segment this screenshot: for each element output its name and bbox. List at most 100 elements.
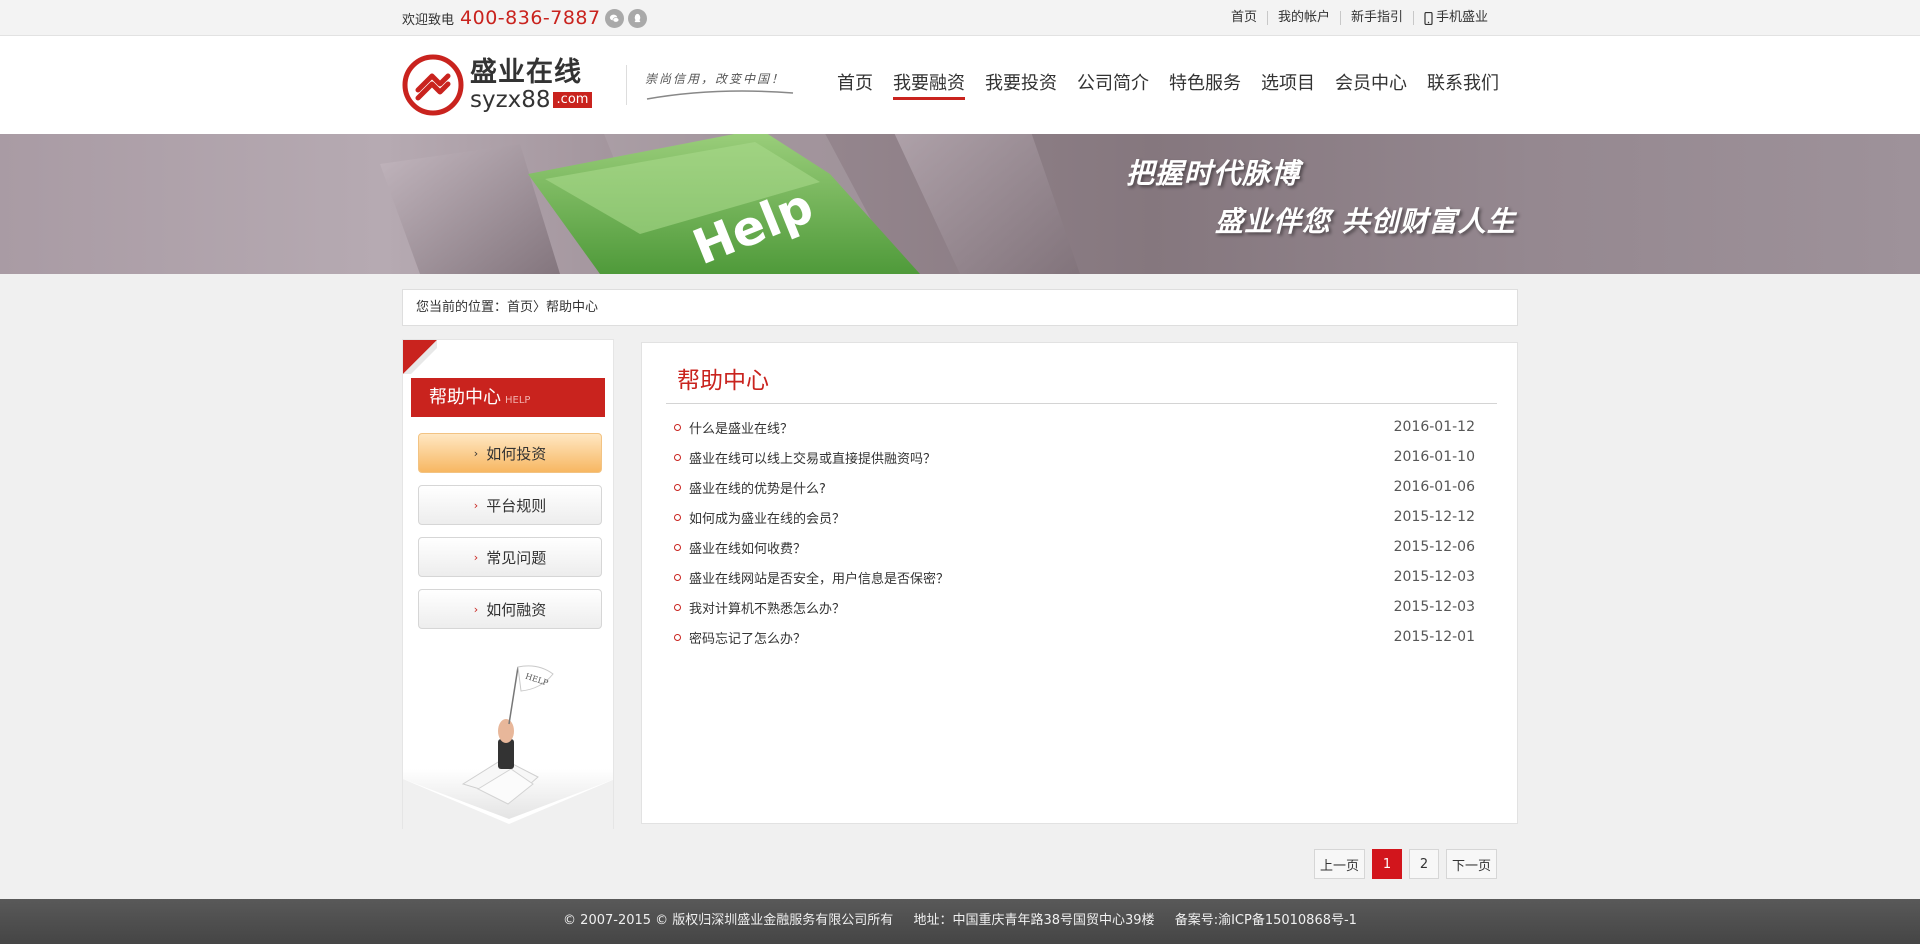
- list-item-title[interactable]: 盛业在线可以线上交易或直接提供融资吗？: [689, 448, 936, 467]
- list-item[interactable]: 什么是盛业在线？ 2016-01-12: [674, 412, 1475, 442]
- chevron-right-icon: ›: [473, 602, 479, 616]
- sidebar-box: 帮助中心 HELP › 如何投资 › 平台规则 › 常见问题 › 如何融资 HE…: [402, 339, 614, 829]
- bullet-circle-icon: [674, 453, 681, 461]
- wechat-icon[interactable]: [604, 8, 624, 28]
- logo-mark-icon: [402, 54, 464, 116]
- menu-faq[interactable]: › 常见问题: [418, 537, 602, 577]
- top-links: 首页 我的帐户 新手指引 手机盛业: [1221, 11, 1518, 25]
- list-item-title[interactable]: 如何成为盛业在线的会员？: [689, 508, 845, 527]
- welcome-text: 欢迎致电: [402, 12, 455, 28]
- banner: Help 把握时代脉博 盛业伴您 共创财富人生: [0, 134, 1920, 274]
- faq-list: 什么是盛业在线？ 2016-01-12 盛业在线可以线上交易或直接提供融资吗？ …: [674, 412, 1475, 652]
- list-item-title[interactable]: 密码忘记了怎么办？: [689, 628, 806, 647]
- help-flag-illustration: HELP: [403, 665, 613, 829]
- prev-page-button[interactable]: 上一页: [1313, 849, 1365, 879]
- menu-how-to-invest[interactable]: › 如何投资: [418, 433, 602, 473]
- list-item-title-wrap: 我对计算机不熟悉怎么办？: [674, 598, 845, 617]
- top-bar: 欢迎致电 400-836-7887 首页 我的帐户 新手指引 手机盛业: [0, 0, 1920, 36]
- top-link-account[interactable]: 我的帐户: [1266, 11, 1340, 25]
- page-button-1[interactable]: 1: [1371, 849, 1402, 879]
- breadcrumb: 您当前的位置：首页〉帮助中心: [402, 289, 1518, 326]
- sidebar-title-text: 帮助中心: [429, 387, 501, 408]
- list-item-title[interactable]: 我对计算机不熟悉怎么办？: [689, 598, 845, 617]
- list-item-date: 2016-01-12: [1393, 419, 1475, 435]
- mobile-phone-icon: [1424, 11, 1433, 25]
- list-item-title[interactable]: 盛业在线如何收费？: [689, 538, 806, 557]
- page-button-2[interactable]: 2: [1408, 849, 1439, 879]
- phone-number: 400-836-7887: [460, 7, 601, 29]
- nav-contact[interactable]: 联系我们: [1417, 36, 1509, 134]
- nav-projects[interactable]: 选项目: [1251, 36, 1325, 134]
- top-link-mobile-label: 手机盛业: [1435, 10, 1488, 25]
- list-item-title-wrap: 盛业在线网站是否安全，用户信息是否保密？: [674, 568, 949, 587]
- list-item-title-wrap: 盛业在线如何收费？: [674, 538, 806, 557]
- main-panel: 帮助中心 什么是盛业在线？ 2016-01-12 盛业在线可以线上交易或直接提供…: [641, 342, 1518, 824]
- menu-item-label: 平台规则: [486, 496, 547, 515]
- menu-how-to-finance[interactable]: › 如何融资: [418, 589, 602, 629]
- list-item-title[interactable]: 盛业在线的优势是什么?: [689, 478, 826, 497]
- logo-chinese: 盛业在线: [470, 57, 582, 88]
- footer-icp[interactable]: 备案号:渝ICP备15010868号-1: [1175, 913, 1357, 928]
- list-item[interactable]: 如何成为盛业在线的会员？ 2015-12-12: [674, 502, 1475, 532]
- next-page-button[interactable]: 下一页: [1445, 849, 1497, 879]
- list-item[interactable]: 盛业在线如何收费？ 2015-12-06: [674, 532, 1475, 562]
- list-item[interactable]: 盛业在线网站是否安全，用户信息是否保密？ 2015-12-03: [674, 562, 1475, 592]
- slogan: 崇尚信用，改变中国！: [626, 65, 795, 105]
- main-nav: 首页 我要融资 我要投资 公司简介 特色服务 选项目 会员中心 联系我们: [827, 36, 1509, 134]
- nav-services[interactable]: 特色服务: [1159, 36, 1251, 134]
- list-item[interactable]: 盛业在线可以线上交易或直接提供融资吗？ 2016-01-10: [674, 442, 1475, 472]
- footer-copyright: © 2007-2015 © 版权归深圳盛业金融服务有限公司所有: [563, 913, 894, 928]
- nav-member[interactable]: 会员中心: [1325, 36, 1417, 134]
- list-item[interactable]: 密码忘记了怎么办？ 2015-12-01: [674, 622, 1475, 652]
- list-item-title-wrap: 如何成为盛业在线的会员？: [674, 508, 845, 527]
- sidebar: 帮助中心 HELP › 如何投资 › 平台规则 › 常见问题 › 如何融资 HE…: [402, 339, 614, 829]
- content-area: 帮助中心 HELP › 如何投资 › 平台规则 › 常见问题 › 如何融资 HE…: [402, 339, 1518, 829]
- sidebar-title: 帮助中心 HELP: [411, 378, 605, 417]
- qq-icon[interactable]: [627, 8, 647, 28]
- sidebar-title-en: HELP: [505, 395, 531, 406]
- logo-text: 盛业在线 syzx88 .com: [470, 57, 593, 113]
- list-item-title-wrap: 什么是盛业在线？: [674, 418, 793, 437]
- banner-tagline-1: 把握时代脉博: [1126, 157, 1301, 190]
- bullet-circle-icon: [674, 423, 681, 431]
- menu-platform-rules[interactable]: › 平台规则: [418, 485, 602, 525]
- nav-financing[interactable]: 我要融资: [883, 36, 975, 134]
- menu-item-label: 如何融资: [486, 600, 547, 619]
- corner-ribbon-icon: [403, 340, 437, 374]
- bullet-circle-icon: [674, 513, 681, 521]
- top-link-home[interactable]: 首页: [1221, 11, 1267, 25]
- list-item-date: 2016-01-06: [1393, 479, 1475, 495]
- top-link-mobile[interactable]: 手机盛业: [1412, 10, 1498, 25]
- site-logo[interactable]: 盛业在线 syzx88 .com: [402, 54, 612, 116]
- bullet-circle-icon: [674, 633, 681, 641]
- logo-english: syzx88 .com: [470, 87, 593, 113]
- chevron-right-icon: ›: [473, 498, 479, 512]
- nav-invest[interactable]: 我要投资: [975, 36, 1067, 134]
- header: 盛业在线 syzx88 .com 崇尚信用，改变中国！ 首页 我要融资 我要投资…: [0, 36, 1920, 134]
- list-item[interactable]: 盛业在线的优势是什么? 2016-01-06: [674, 472, 1475, 502]
- list-item-date: 2015-12-01: [1393, 629, 1475, 645]
- list-item[interactable]: 我对计算机不熟悉怎么办？ 2015-12-03: [674, 592, 1475, 622]
- chevron-right-icon: ›: [473, 550, 479, 564]
- slogan-swoosh: [646, 89, 794, 100]
- list-item-title-wrap: 盛业在线的优势是什么?: [674, 478, 826, 497]
- keyboard-illustration: Help: [380, 134, 1080, 274]
- nav-home[interactable]: 首页: [827, 36, 883, 134]
- menu-item-label: 常见问题: [486, 548, 547, 567]
- top-link-guide[interactable]: 新手指引: [1339, 11, 1413, 25]
- bullet-circle-icon: [674, 483, 681, 491]
- list-item-title[interactable]: 盛业在线网站是否安全，用户信息是否保密？: [689, 568, 949, 587]
- list-item-title-wrap: 盛业在线可以线上交易或直接提供融资吗？: [674, 448, 936, 467]
- slogan-text: 崇尚信用，改变中国！: [645, 71, 786, 86]
- menu-item-label: 如何投资: [486, 444, 547, 463]
- bullet-circle-icon: [674, 603, 681, 611]
- nav-about[interactable]: 公司简介: [1067, 36, 1159, 134]
- contact-info: 欢迎致电 400-836-7887: [402, 7, 647, 29]
- list-item-date: 2015-12-12: [1393, 509, 1475, 525]
- chevron-right-icon: ›: [473, 446, 479, 460]
- list-item-date: 2015-12-03: [1393, 599, 1475, 615]
- list-item-title[interactable]: 什么是盛业在线？: [689, 418, 793, 437]
- logo-domain: syzx88: [470, 87, 551, 113]
- footer-address: 地址：中国重庆青年路38号国贸中心39楼: [913, 913, 1155, 928]
- help-menu: › 如何投资 › 平台规则 › 常见问题 › 如何融资: [418, 433, 613, 629]
